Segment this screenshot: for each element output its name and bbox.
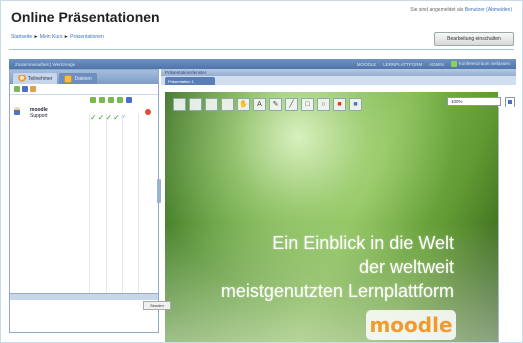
leave-conference-label: Konferenzraum verlassen: [458, 61, 510, 67]
zoom-value: 100%: [451, 99, 463, 104]
tab-participants-label: Teilnehmer: [28, 75, 53, 82]
topbar-right: MOODLE LERNPLATTFORM ADMIN Konferenzraum…: [357, 61, 516, 67]
panel-collapse-handle[interactable]: [157, 179, 161, 203]
breadcrumb-current[interactable]: Präsentationen: [70, 34, 104, 40]
panel-tabs: Teilnehmer Dateien: [10, 70, 158, 84]
folder-icon: [64, 74, 73, 83]
participants-panel: Teilnehmer Dateien moodle Support ✓ ✓ ✓ …: [9, 69, 159, 333]
ellipse-tool-icon[interactable]: ○: [317, 97, 330, 111]
eraser-tool-icon[interactable]: ■: [333, 97, 346, 111]
edit-icon[interactable]: [22, 86, 28, 92]
topbar-label-moodle: MOODLE: [356, 61, 377, 67]
side-scroll-area: [498, 107, 517, 342]
permission-checks: ✓ ✓ ✓ ✓ ✓: [90, 114, 126, 122]
participant-grid: [10, 114, 158, 297]
topbar-menu: Zusammenarbeit | Werkzeuge: [15, 61, 76, 67]
topbar-label-platform: LERNPLATTFORM: [383, 61, 423, 67]
slide-text-line-3: meistgenutzten Lernplattform: [220, 281, 454, 301]
tab-presentation[interactable]: Präsentation 1: [165, 77, 215, 85]
login-info: Sie sind angemeldet als Benutzer (Abmeld…: [410, 7, 512, 13]
pencil-icon: [99, 97, 105, 103]
tab-files[interactable]: Dateien: [59, 73, 97, 84]
app-window: Online Präsentationen Sie sind angemelde…: [0, 0, 523, 343]
line-tool-icon[interactable]: ╱: [285, 97, 298, 111]
microphone-icon: [90, 97, 96, 103]
settings-icon[interactable]: [30, 86, 36, 92]
pen-tool-icon[interactable]: ✎: [269, 97, 282, 111]
participant-row[interactable]: moodle Support ✓ ✓ ✓ ✓ ✓: [10, 105, 158, 125]
slide-text-line-1: Ein Einblick in die Welt: [272, 233, 454, 253]
check-icon[interactable]: ✓: [90, 114, 97, 122]
breadcrumb-home[interactable]: Startseite: [11, 34, 32, 40]
participant-info: moodle Support: [22, 105, 48, 119]
chat-icon: [117, 97, 123, 103]
add-user-icon[interactable]: [14, 86, 20, 92]
select-tool-icon[interactable]: [173, 97, 186, 111]
pointer-tool-icon[interactable]: [189, 97, 202, 111]
status-icon: [145, 109, 151, 115]
tab-files-label: Dateien: [74, 75, 92, 82]
check-icon[interactable]: ✓: [105, 114, 112, 122]
breadcrumb-course[interactable]: Mein Kurs: [40, 34, 63, 40]
header-divider: [9, 49, 514, 50]
exit-icon: [450, 61, 457, 67]
whiteboard-toolbar: ✋ A ✎ ╱ □ ○ ■ ■: [171, 97, 393, 111]
image-tool-icon[interactable]: [221, 97, 234, 111]
zoom-select[interactable]: 100%: [447, 97, 501, 106]
menu-collaboration[interactable]: Zusammenarbeit: [15, 62, 49, 67]
check-icon[interactable]: ✓: [113, 114, 120, 122]
menu-tools[interactable]: Werkzeuge: [52, 62, 75, 67]
user-icon: [14, 107, 20, 115]
presentation-tabbar: Präsentation 1: [161, 76, 516, 85]
zoom-tool-icon[interactable]: [205, 97, 218, 111]
hand-icon: [126, 97, 132, 103]
breadcrumb-separator: ►: [63, 34, 69, 40]
breadcrumb-separator: ►: [33, 34, 39, 40]
topbar-label-admin: ADMIN: [429, 61, 444, 67]
login-info-text: Sie sind angemeldet als: [410, 7, 464, 13]
people-icon: [18, 74, 26, 83]
tab-participants[interactable]: Teilnehmer: [13, 73, 58, 84]
rectangle-tool-icon[interactable]: □: [301, 97, 314, 111]
chat-bar: [10, 293, 158, 300]
edit-mode-button[interactable]: Bearbeitung einschalten: [434, 32, 514, 46]
permission-header: [10, 95, 158, 105]
slide-text-line-2: der weltweit: [358, 257, 454, 277]
participant-role: Support: [30, 113, 48, 119]
leave-conference-link[interactable]: Konferenzraum verlassen: [450, 61, 510, 67]
moodle-logo: moodle: [366, 310, 456, 340]
page-title: Online Präsentationen: [11, 9, 160, 25]
text-tool-icon[interactable]: A: [253, 97, 266, 111]
conference-topbar: Zusammenarbeit | Werkzeuge MOODLE LERNPL…: [9, 59, 516, 69]
hand-tool-icon[interactable]: ✋: [237, 97, 250, 111]
logout-link[interactable]: Benutzer (Abmelden): [465, 7, 512, 13]
send-button[interactable]: Senden: [143, 301, 171, 310]
presentation-slide: Ein Einblick in die Welt der weltweit me…: [165, 92, 498, 342]
camera-icon: [108, 97, 114, 103]
panel-toolbar: [10, 84, 158, 95]
clear-tool-icon[interactable]: ■: [349, 97, 362, 111]
check-icon[interactable]: ✓: [98, 114, 105, 122]
presentation-header: Präsentationsfenster: [161, 69, 516, 76]
breadcrumb: Startseite ► Mein Kurs ► Präsentationen: [11, 34, 104, 40]
check-icon[interactable]: ✓: [121, 114, 126, 122]
